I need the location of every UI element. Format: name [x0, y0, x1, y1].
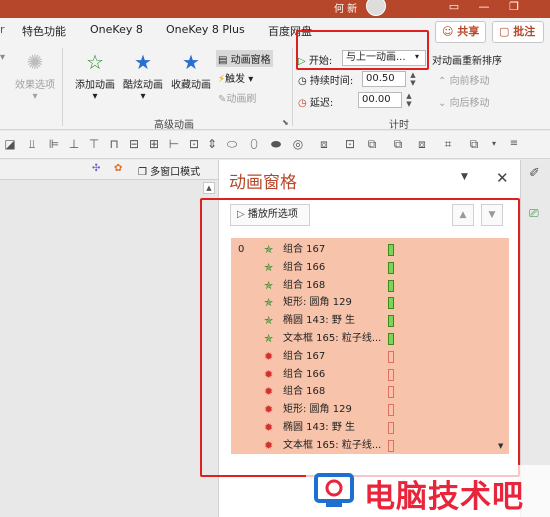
ribbon: ▾ ✺ 效果选项 ▾ ☆ 添加动画 ▾ ★ 酷炫动画 ▾ ★ 收藏动画 ▤ 动画窗格 …: [0, 44, 550, 131]
cool-star-icon: ★: [134, 50, 152, 74]
qat-dropdown-icon[interactable]: ▾: [486, 136, 502, 152]
scroll-up-icon[interactable]: ▲: [203, 182, 215, 194]
add-animation-button[interactable]: ☆ 添加动画 ▾: [72, 50, 118, 102]
divider: [292, 48, 293, 126]
merge-combine-icon[interactable]: ⬯: [246, 136, 262, 152]
up-caret-icon: ⌃: [438, 76, 450, 87]
tab-edge-mark: r: [0, 23, 5, 36]
pane-menu-icon[interactable]: ▼: [461, 172, 468, 182]
slide-toolbar: ✣ ✿ ❐ 多窗口模式: [0, 160, 218, 180]
ribbon-left-cut-icon: ▾: [0, 52, 6, 63]
side-panel-strip: ✐ ⎚: [520, 160, 550, 517]
minimize-button[interactable]: —: [470, 0, 498, 18]
delay-clock-icon: ◷: [298, 98, 310, 109]
animation-panel-icon[interactable]: ⎚: [529, 206, 539, 221]
tab-features[interactable]: 特色功能: [22, 23, 66, 39]
computer-logo-icon: [314, 473, 354, 507]
customize-qat-icon[interactable]: ≡: [506, 136, 522, 152]
align-middle-icon[interactable]: ⊢: [166, 136, 182, 152]
watermark: 电脑技术吧: [306, 465, 550, 517]
pane-highlight-box: [200, 198, 520, 477]
align-left-icon[interactable]: ⊫: [46, 136, 62, 152]
close-icon[interactable]: ✕: [496, 169, 509, 187]
group-icon[interactable]: ⧈: [316, 136, 332, 152]
duration-spinner[interactable]: ▲ ▼: [408, 71, 418, 87]
window-icon: ❐: [138, 167, 151, 178]
effect-options-button[interactable]: ✺ 效果选项 ▾: [12, 50, 58, 102]
reorder-label: 对动画重新排序: [432, 56, 502, 67]
trigger-button[interactable]: ⚡触发 ▾: [218, 70, 253, 85]
cool-animation-button[interactable]: ★ 酷炫动画 ▾: [120, 50, 166, 102]
avatar[interactable]: [366, 0, 386, 16]
fav-star-icon: ★: [182, 50, 200, 74]
watermark-text: 电脑技术吧: [364, 479, 524, 515]
move-later-button[interactable]: ⌄ 向后移动: [438, 94, 490, 109]
comment-button[interactable]: ▢ 批注: [492, 21, 544, 43]
move-earlier-button[interactable]: ⌃ 向前移动: [438, 72, 490, 87]
align-top-icon[interactable]: ⊓: [106, 136, 122, 152]
effect-options-icon: ✺: [26, 50, 44, 74]
pane-title: 动画窗格: [229, 173, 297, 193]
delay-label: ◷ 延迟:: [298, 98, 334, 109]
delay-input[interactable]: 00.00: [358, 92, 402, 108]
add-star-icon: ☆: [86, 50, 104, 74]
align-toolbar: ◪ ⫫ ⊫ ⊥ ⊤ ⊓ ⊟ ⊞ ⊢ ⊡ ⇕ ⬭ ⬯ ⬬ ◎ ⧈ ⊡ ⧉ ⧉ ⧈ …: [0, 131, 550, 159]
fav-animation-button[interactable]: ★ 收藏动画: [168, 50, 214, 91]
multiwindow-button[interactable]: ❐ 多窗口模式: [138, 163, 200, 178]
delay-spinner[interactable]: ▲ ▼: [404, 92, 414, 108]
gear-icon[interactable]: ✿: [114, 163, 122, 174]
rotate-icon[interactable]: ⊡: [186, 136, 202, 152]
duration-input[interactable]: 00.50: [362, 71, 406, 87]
duration-label: ◷ 持续时间:: [298, 76, 354, 87]
divider: [62, 48, 63, 126]
slide-editor[interactable]: ✣ ✿ ❐ 多窗口模式 ▲: [0, 160, 218, 517]
start-highlight-box: [296, 30, 429, 70]
shape-edit-icon[interactable]: ◪: [2, 136, 18, 152]
merge-fragment-icon[interactable]: ⬬: [268, 136, 284, 152]
send-backward-icon[interactable]: ⧉: [390, 136, 406, 152]
crop-icon[interactable]: ⌗: [440, 136, 456, 152]
anim-pane-button[interactable]: ▤ 动画窗格: [216, 50, 273, 67]
anim-painter-button[interactable]: ✎动画刷: [218, 90, 256, 105]
align-center-icon[interactable]: ⊥: [66, 136, 82, 152]
lightning-icon: ⚡: [218, 74, 226, 85]
share-icon: ☺: [442, 25, 458, 38]
comment-icon: ▢: [499, 25, 514, 38]
select-icon[interactable]: ⊡: [342, 136, 358, 152]
tab-onekey8[interactable]: OneKey 8: [90, 23, 143, 36]
advanced-anim-group-label: 高级动画: [154, 120, 194, 131]
puzzle-icon[interactable]: ✣: [92, 163, 100, 174]
arrange-icon[interactable]: ⧈: [414, 136, 430, 152]
tab-onekey8plus[interactable]: OneKey 8 Plus: [166, 23, 245, 36]
distribute-h-icon[interactable]: ⊟: [126, 136, 142, 152]
more-shapes-icon[interactable]: ⧉: [466, 136, 482, 152]
align-right-icon[interactable]: ⊤: [86, 136, 102, 152]
anim-pane-icon: ▤: [218, 55, 231, 66]
timing-group-label: 计时: [389, 120, 409, 131]
restore-button[interactable]: ❐: [500, 0, 528, 18]
ribbon-display-icon[interactable]: ▭: [440, 0, 468, 18]
spacing-icon[interactable]: ⇕: [204, 136, 220, 152]
bring-forward-icon[interactable]: ⧉: [364, 136, 380, 152]
title-bar: 何 新 ▭ — ❐: [0, 0, 550, 18]
clock-icon: ◷: [298, 76, 310, 87]
distribute-v-icon[interactable]: ⊞: [146, 136, 162, 152]
brush-panel-icon[interactable]: ✐: [529, 166, 540, 181]
share-button[interactable]: ☺ 共享: [435, 21, 487, 43]
down-caret-icon: ⌄: [438, 98, 450, 109]
merge-union-icon[interactable]: ⬭: [224, 136, 240, 152]
merge-intersect-icon[interactable]: ◎: [290, 136, 306, 152]
launcher-icon[interactable]: ⬊: [282, 118, 289, 127]
user-name: 何 新: [334, 4, 358, 15]
align-bottom-icon[interactable]: ⫫: [24, 136, 40, 152]
